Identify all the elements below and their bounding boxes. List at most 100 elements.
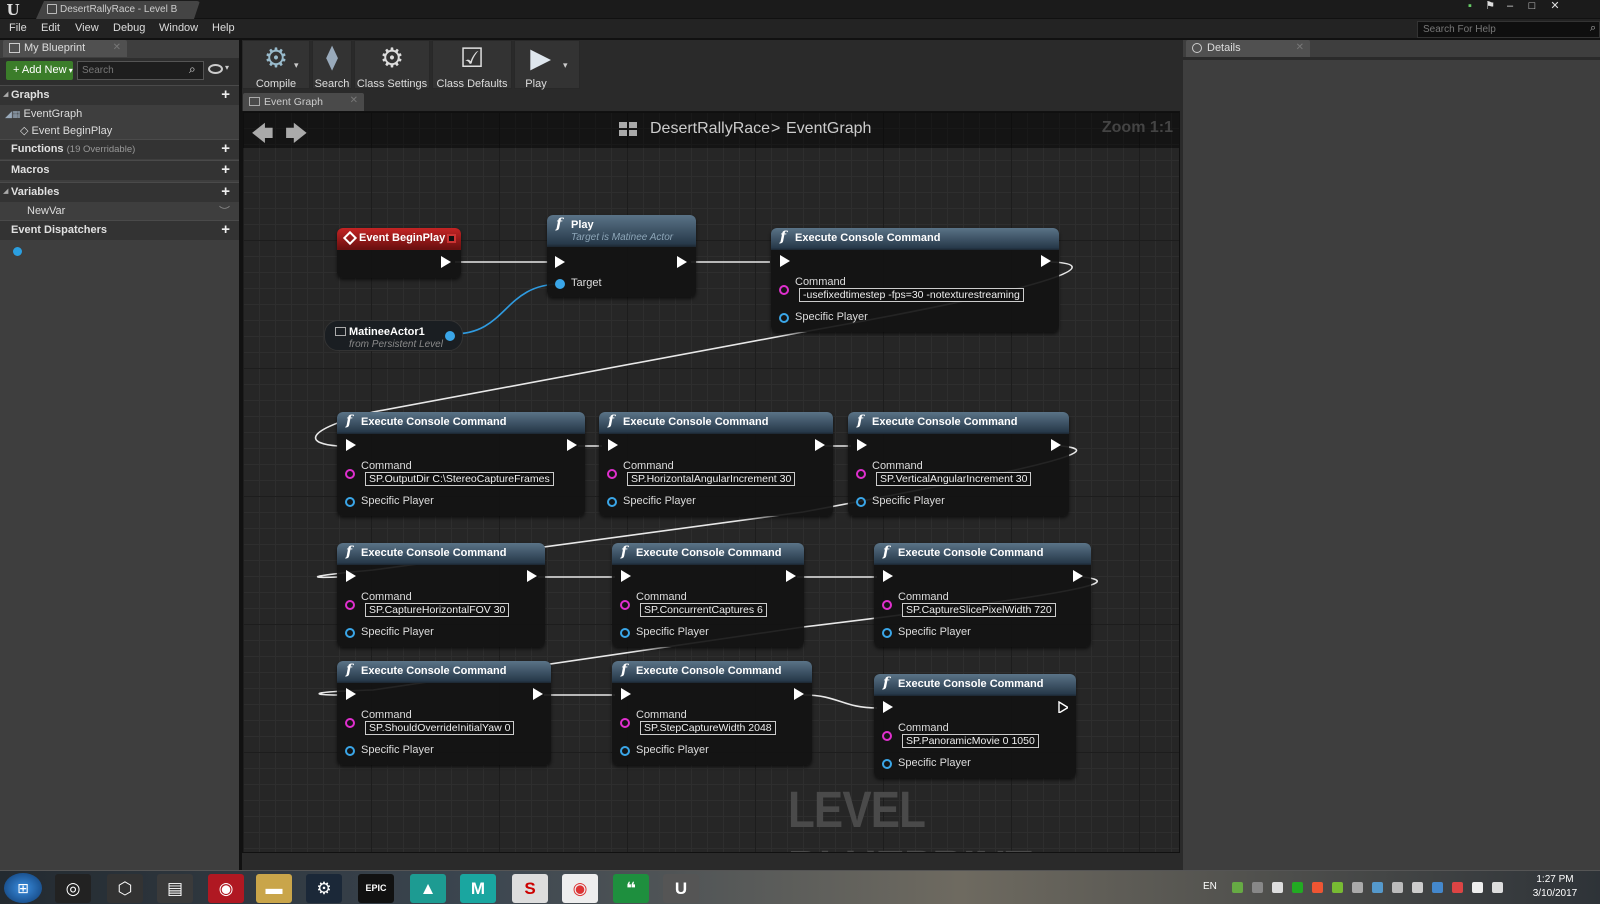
section-graphs[interactable]: ◢ Graphs +	[0, 85, 239, 105]
tray-app-icon[interactable]	[1272, 882, 1283, 893]
exec-in-pin[interactable]	[346, 688, 356, 700]
sketchup-icon[interactable]: ⬡	[107, 874, 143, 903]
close-tab-icon[interactable]: ✕	[113, 42, 121, 53]
tray-app-icon[interactable]	[1232, 882, 1243, 893]
exec-out-pin[interactable]	[441, 256, 451, 268]
player-pin[interactable]	[345, 746, 355, 756]
command-pin[interactable]	[607, 469, 617, 479]
command-value-field[interactable]: SP.ConcurrentCaptures 6	[640, 603, 767, 617]
command-value-field[interactable]: -usefixedtimestep -fps=30 -notexturestre…	[799, 288, 1024, 302]
search-icon[interactable]: ⌕	[1590, 22, 1596, 35]
volume-icon[interactable]	[1492, 882, 1503, 893]
section-functions[interactable]: Functions (19 Overridable) +	[0, 139, 239, 159]
command-value-field[interactable]: SP.HorizontalAngularIncrement 30	[627, 472, 796, 486]
command-value-field[interactable]: SP.VerticalAngularIncrement 30	[876, 472, 1032, 486]
execute-console-command-node[interactable]: f Execute Console Command Command SP.Con…	[612, 543, 804, 647]
add-function-button[interactable]: +	[221, 140, 230, 157]
execute-console-command-node[interactable]: f Execute Console Command Command SP.Out…	[337, 412, 585, 516]
unity-icon[interactable]: ◎	[55, 874, 91, 903]
start-button[interactable]: ⊞	[4, 873, 42, 903]
exec-out-pin[interactable]	[527, 570, 537, 582]
exec-out-pin[interactable]	[677, 256, 687, 268]
chevron-down-icon[interactable]: ▾	[225, 63, 229, 72]
menu-debug[interactable]: Debug	[113, 22, 145, 34]
details-tab[interactable]: Details ✕	[1186, 40, 1310, 57]
event-graph-canvas[interactable]: 🡄 🡆 DesertRallyRace > EventGraph Zoom 1:…	[242, 111, 1180, 853]
unreal-engine-icon[interactable]: U	[663, 874, 699, 903]
network-icon[interactable]	[1412, 882, 1423, 893]
substance-icon[interactable]: S	[512, 874, 548, 903]
command-value-field[interactable]: SP.CaptureSlicePixelWidth 720	[902, 603, 1056, 617]
visibility-icon[interactable]: ︶	[219, 203, 230, 219]
blueprint-search-input[interactable]: Search	[77, 61, 204, 80]
execute-console-command-node[interactable]: f Execute Console Command Command SP.Hor…	[599, 412, 833, 516]
exec-in-pin[interactable]	[555, 256, 565, 268]
command-value-field[interactable]: SP.PanoramicMovie 0 1050	[902, 734, 1039, 748]
feedback-icon[interactable]: ⚑	[1479, 0, 1501, 14]
exec-in-pin[interactable]	[883, 570, 893, 582]
command-value-field[interactable]: SP.ShouldOverrideInitialYaw 0	[365, 721, 515, 735]
add-new-button[interactable]: + Add New ▾	[6, 61, 73, 80]
class-defaults-button[interactable]: ☑ Class Defaults	[432, 40, 512, 90]
exec-out-pin[interactable]	[1073, 570, 1083, 582]
player-pin[interactable]	[620, 628, 630, 638]
player-pin[interactable]	[779, 313, 789, 323]
add-variable-button[interactable]: +	[221, 183, 230, 200]
exec-out-pin[interactable]	[786, 570, 796, 582]
help-search-input[interactable]: Search For Help	[1417, 21, 1600, 38]
steam-icon[interactable]: ⚙	[306, 874, 342, 903]
exec-in-pin[interactable]	[621, 570, 631, 582]
hangouts-icon[interactable]: ❝	[613, 874, 649, 903]
menu-view[interactable]: View	[75, 22, 99, 34]
execute-console-command-node[interactable]: f Execute Console Command Command SP.Cap…	[337, 543, 545, 647]
tree-item-beginplay[interactable]: ◇ Event BeginPlay	[20, 124, 112, 137]
execute-console-command-node[interactable]: f Execute Console Command Command SP.Ver…	[848, 412, 1069, 516]
input-language[interactable]: EN	[1203, 881, 1217, 892]
player-pin[interactable]	[882, 759, 892, 769]
minimize-button[interactable]: –	[1499, 0, 1521, 14]
clock-date[interactable]: 3/10/2017	[1527, 888, 1583, 899]
document-tab[interactable]: DesertRallyRace - Level B	[36, 1, 200, 19]
tray-app-icon[interactable]	[1312, 882, 1323, 893]
section-macros[interactable]: Macros +	[0, 160, 239, 180]
exec-out-pin[interactable]	[1051, 439, 1061, 451]
event-graph-tab[interactable]: Event Graph ✕	[243, 93, 364, 111]
maya-icon[interactable]: ▲	[410, 874, 446, 903]
section-event-dispatchers[interactable]: Event Dispatchers +	[0, 220, 239, 240]
menu-help[interactable]: Help	[212, 22, 235, 34]
tree-item-newvar[interactable]: NewVar	[27, 205, 65, 217]
exec-out-pin[interactable]	[533, 688, 543, 700]
exec-in-pin[interactable]	[621, 688, 631, 700]
tray-app-icon[interactable]	[1392, 882, 1403, 893]
execute-console-command-node[interactable]: f Execute Console Command Command SP.Sho…	[337, 661, 551, 765]
exec-in-pin[interactable]	[608, 439, 618, 451]
execute-console-command-node[interactable]: f Execute Console Command Command SP.Cap…	[874, 543, 1091, 647]
nvidia-icon[interactable]	[1332, 882, 1343, 893]
play-node[interactable]: f Play Target is Matinee Actor Target	[547, 215, 696, 297]
player-pin[interactable]	[856, 497, 866, 507]
maximize-button[interactable]: □	[1521, 0, 1543, 14]
chrome-icon[interactable]: ◉	[562, 874, 598, 903]
add-macro-button[interactable]: +	[221, 161, 230, 178]
tray-app-icon[interactable]	[1452, 882, 1463, 893]
menu-edit[interactable]: Edit	[41, 22, 60, 34]
tray-app-icon[interactable]	[1372, 882, 1383, 893]
command-pin[interactable]	[620, 600, 630, 610]
epic-games-icon[interactable]: EPIC	[358, 874, 394, 903]
player-pin[interactable]	[620, 746, 630, 756]
player-pin[interactable]	[345, 497, 355, 507]
notification-icon[interactable]: ▪	[1459, 0, 1481, 14]
tree-item-eventgraph[interactable]: ◢▦ EventGraph	[5, 108, 82, 120]
exec-out-pin[interactable]	[567, 439, 577, 451]
exec-out-pin[interactable]	[794, 688, 804, 700]
play-button[interactable]: ▶ Play	[514, 40, 580, 90]
exec-in-pin[interactable]	[857, 439, 867, 451]
command-pin[interactable]	[345, 600, 355, 610]
close-tab-icon[interactable]: ✕	[350, 95, 358, 106]
notepad-icon[interactable]: ▤	[157, 874, 193, 903]
command-pin[interactable]	[779, 285, 789, 295]
play-options-icon[interactable]: ▾	[563, 60, 568, 71]
player-pin[interactable]	[607, 497, 617, 507]
command-value-field[interactable]: SP.StepCaptureWidth 2048	[640, 721, 776, 735]
exec-out-pin[interactable]	[1041, 255, 1051, 267]
